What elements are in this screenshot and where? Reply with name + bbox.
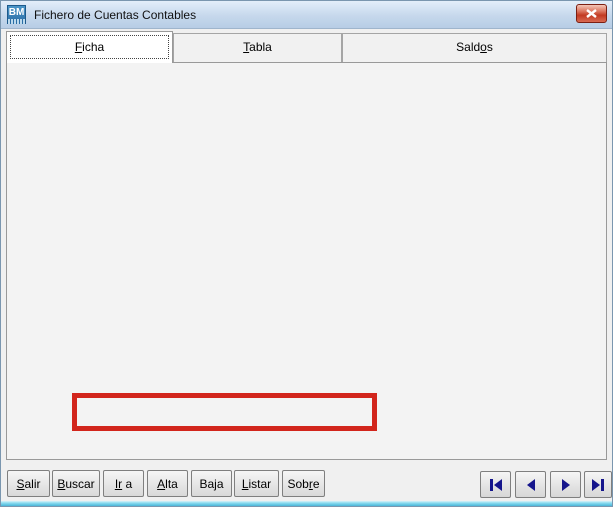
bm-logo-text: BM: [9, 7, 25, 18]
tab-saldos[interactable]: Saldos: [342, 33, 607, 62]
sobre-button[interactable]: Sobre: [282, 470, 325, 497]
bm-logo-icon: BM: [7, 5, 26, 24]
tab-tabla[interactable]: Tabla: [173, 33, 342, 62]
salir-button[interactable]: Salir: [7, 470, 50, 497]
close-button[interactable]: [576, 4, 607, 23]
nav-next-icon: [558, 478, 574, 492]
tab-focus-rect: [10, 35, 169, 59]
window-title: Fichero de Cuentas Contables: [34, 8, 196, 22]
nav-last-button[interactable]: [584, 471, 612, 498]
nav-previous-icon: [523, 478, 539, 492]
ira-button[interactable]: Ir a: [103, 470, 144, 497]
ficha-tab-panel: [6, 62, 607, 460]
alta-button[interactable]: Alta: [147, 470, 188, 497]
window-bottom-border: [1, 501, 612, 506]
buscar-button[interactable]: Buscar: [52, 470, 100, 497]
nav-last-icon: [590, 478, 606, 492]
nav-first-button[interactable]: [480, 471, 511, 498]
nav-next-button[interactable]: [550, 471, 581, 498]
baja-button[interactable]: Baja: [191, 470, 232, 497]
title-bar: BM Fichero de Cuentas Contables: [1, 1, 612, 29]
close-icon: [586, 9, 597, 18]
nav-first-icon: [488, 478, 504, 492]
tab-ficha[interactable]: Ficha: [6, 31, 173, 63]
dialog-window: BM Fichero de Cuentas Contables Ficha Ta…: [0, 0, 613, 507]
nav-previous-button[interactable]: [515, 471, 546, 498]
listar-button[interactable]: Listar: [234, 470, 279, 497]
